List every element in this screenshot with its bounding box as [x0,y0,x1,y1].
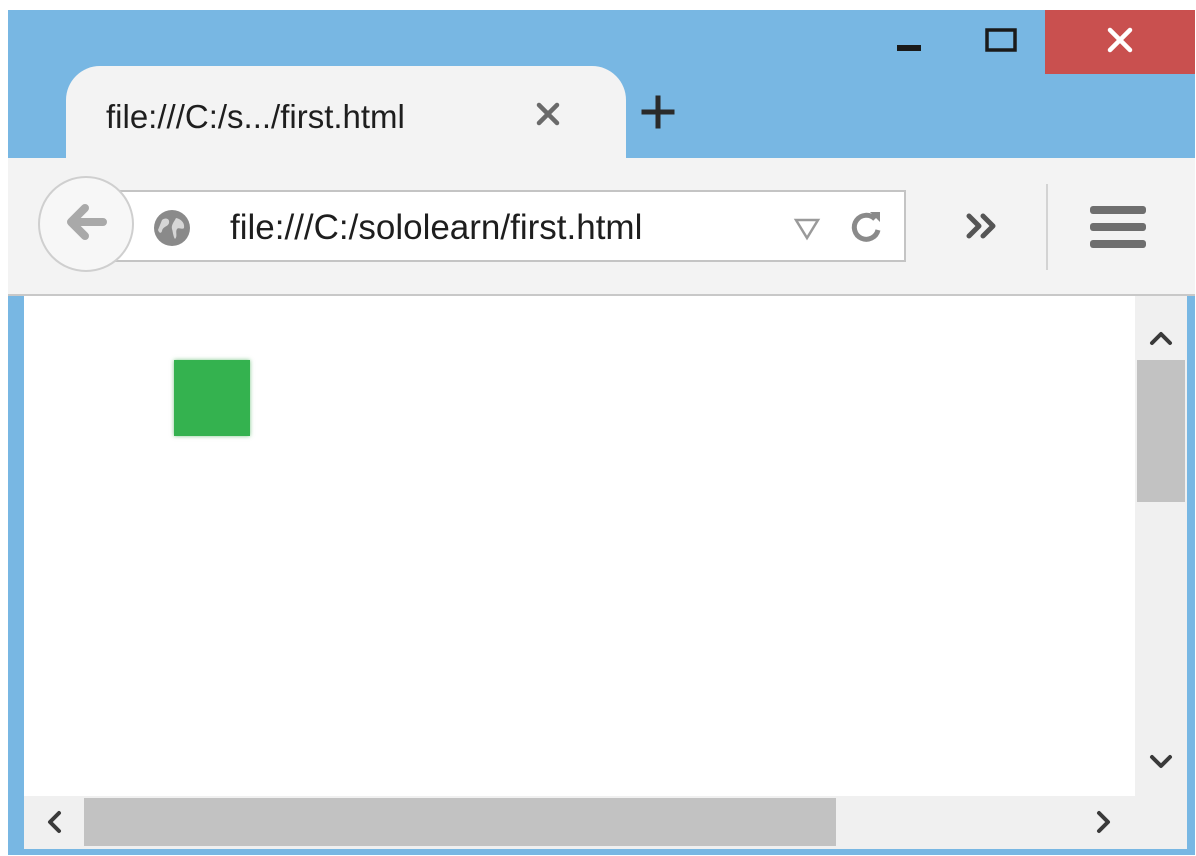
tab-title: file:///C:/s.../first.html [106,98,405,135]
close-icon [1106,26,1134,59]
triangle-down-icon[interactable] [792,214,822,242]
browser-window: file:///C:/s.../first.html file:///C:/so… [8,10,1195,855]
minimize-button[interactable] [878,10,940,74]
maximize-icon [985,27,1017,58]
maximize-button[interactable] [970,10,1032,74]
vertical-scroll-thumb[interactable] [1137,360,1185,502]
chevron-up-icon[interactable] [1135,318,1187,358]
chevron-right-icon[interactable] [1084,802,1124,842]
minimize-icon [896,27,922,58]
url-text: file:///C:/sololearn/first.html [230,208,643,247]
url-bar[interactable]: file:///C:/sololearn/first.html [100,190,906,262]
horizontal-scroll-thumb[interactable] [84,798,836,846]
navigation-toolbar: file:///C:/sololearn/first.html [8,158,1195,296]
hamburger-menu-icon[interactable] [1086,200,1150,254]
globe-icon [152,208,192,248]
horizontal-scrollbar[interactable] [24,796,1187,849]
double-chevron-icon[interactable] [958,204,1008,248]
window-close-button[interactable] [1045,10,1195,74]
scrollbar-corner [1135,796,1187,849]
toolbar-separator [1046,184,1048,270]
back-arrow-icon [63,201,109,248]
title-bar: file:///C:/s.../first.html [8,10,1195,166]
reload-icon[interactable] [844,206,888,250]
close-icon[interactable] [528,94,568,134]
back-button[interactable] [38,176,134,272]
page-content [24,296,1187,849]
vertical-scrollbar[interactable] [1135,296,1187,796]
plus-icon[interactable] [638,92,678,132]
chevron-left-icon[interactable] [34,802,74,842]
chevron-down-icon[interactable] [1135,742,1187,782]
green-square [174,360,250,436]
tab-first-html[interactable]: file:///C:/s.../first.html [66,66,626,166]
